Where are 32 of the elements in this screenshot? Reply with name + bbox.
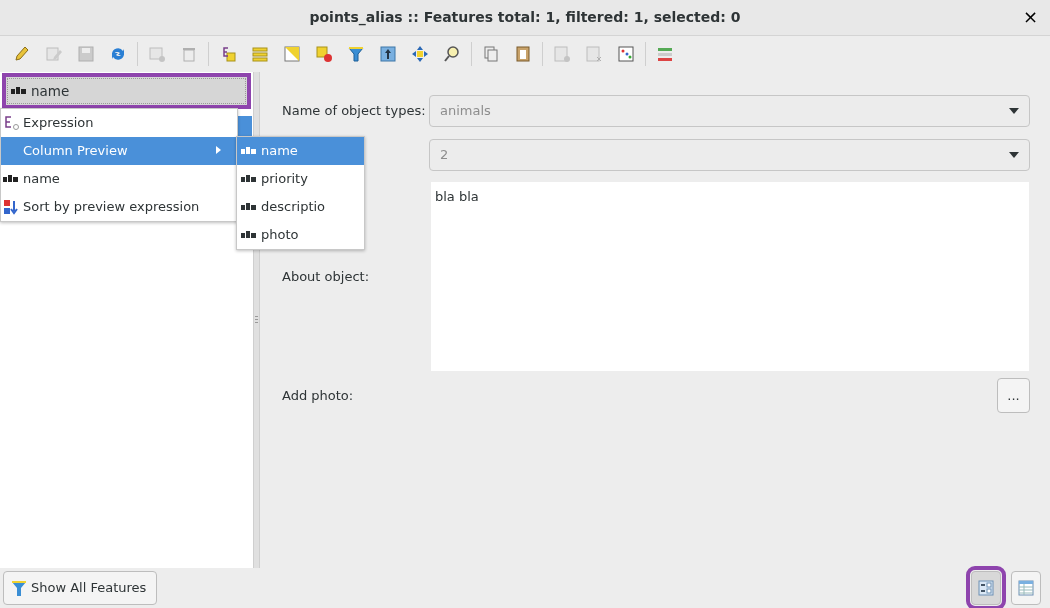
menu-item[interactable]: priority xyxy=(237,165,364,193)
caret-icon xyxy=(1009,108,1019,114)
close-button[interactable]: × xyxy=(1022,7,1038,27)
text-area[interactable]: bla bla xyxy=(431,182,1029,371)
menu-item[interactable]: Sort by preview expression xyxy=(1,193,237,221)
submenu-arrow-icon xyxy=(216,146,221,154)
field-label: Add photo: xyxy=(282,387,354,403)
text-field-icon xyxy=(3,175,19,183)
sort-icon xyxy=(3,199,19,215)
expression-field[interactable]: name xyxy=(2,73,251,109)
menu-item[interactable]: photo xyxy=(237,221,364,249)
show-all-features-button[interactable]: Show All Features xyxy=(3,571,158,605)
browse-button[interactable]: ... xyxy=(997,378,1030,413)
field-label: About object: xyxy=(282,268,369,284)
text-field-icon xyxy=(241,147,257,155)
menu-item[interactable]: name xyxy=(1,165,237,193)
splitter-handle-icon[interactable] xyxy=(255,316,258,324)
text-field-icon xyxy=(241,203,257,211)
list-row[interactable] xyxy=(238,116,252,136)
field-value: name xyxy=(31,81,70,101)
menu-item[interactable]: Expression xyxy=(1,109,237,137)
text-field-icon xyxy=(241,231,257,239)
table-view-icon xyxy=(1018,580,1034,596)
field-label: Name of object types: xyxy=(282,103,426,119)
caret-icon xyxy=(1009,152,1019,158)
menu-item[interactable]: descriptio xyxy=(237,193,364,221)
window-title: points_alias :: Features total: 1, filtered: 1, selected: 0 xyxy=(309,8,741,28)
form-view-icon xyxy=(978,580,994,596)
table-view-button[interactable] xyxy=(1011,571,1041,605)
text-field-icon xyxy=(241,175,257,183)
filter-icon xyxy=(12,580,26,596)
expression-icon xyxy=(3,115,21,131)
